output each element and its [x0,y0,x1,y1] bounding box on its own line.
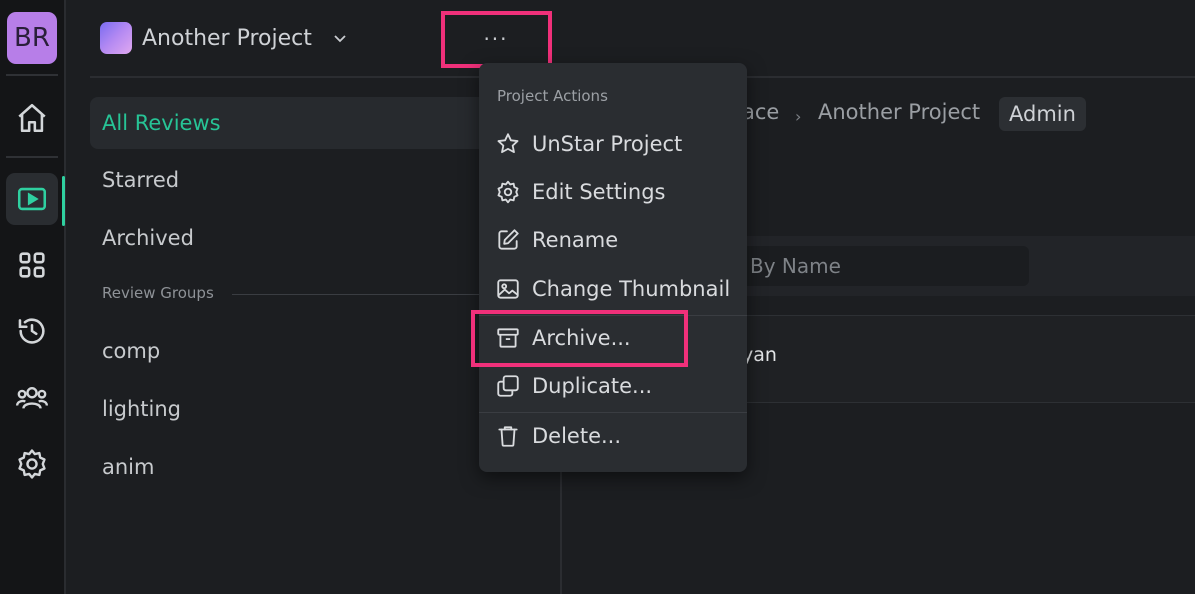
archive-item-highlight [471,310,688,367]
search-placeholder: By Name [750,254,841,278]
menu-divider [479,412,747,413]
history-icon[interactable] [6,305,58,357]
left-rail: BR [0,0,66,594]
workspace-avatar[interactable]: BR [7,12,57,64]
nav-starred[interactable]: Starred [90,154,490,206]
menu-title: Project Actions [497,87,608,105]
nav-all-reviews[interactable]: All Reviews [90,97,490,149]
menu-item-change-thumbnail[interactable]: Change Thumbnail [495,269,730,309]
more-button-highlight [441,11,552,68]
team-icon[interactable] [6,371,58,423]
menu-item-delete[interactable]: Delete... [495,416,621,456]
reviews-play-icon[interactable] [6,173,58,225]
project-name: Another Project [142,25,312,51]
review-groups-heading: Review Groups [102,284,214,302]
role-badge: Admin [999,97,1086,131]
rail-divider [6,156,58,158]
settings-gear-icon[interactable] [6,438,58,490]
active-nav-indicator [62,176,65,226]
breadcrumb-workspace[interactable]: ace [742,100,779,124]
duplicate-icon [497,375,519,397]
menu-item-duplicate[interactable]: Duplicate... [495,366,652,406]
rail-divider [6,74,58,76]
review-group-anim[interactable]: anim [90,441,490,493]
nav-archived[interactable]: Archived [90,212,490,264]
breadcrumb-project[interactable]: Another Project [818,100,980,124]
menu-item-label: Delete... [532,424,622,448]
row-owner-text: yan [742,344,777,366]
project-selector[interactable]: Another Project [100,20,350,56]
menu-item-label: Duplicate... [532,374,653,398]
project-thumbnail [100,22,132,54]
menu-item-label: Change Thumbnail [532,277,731,301]
project-actions-menu: Project Actions UnStar Project Edit Sett… [479,63,747,472]
gear-icon [497,180,519,204]
home-icon[interactable] [6,92,58,144]
chevron-down-icon [334,35,346,43]
review-groups-divider [232,294,490,295]
breadcrumb-separator: › [795,107,802,126]
star-icon [497,133,519,154]
menu-item-edit-settings[interactable]: Edit Settings [495,172,665,212]
menu-item-label: Edit Settings [532,180,666,204]
review-group-lighting[interactable]: lighting [90,383,490,435]
edit-icon [498,229,519,250]
menu-item-label: Rename [532,228,619,252]
review-group-comp[interactable]: comp [90,325,490,377]
trash-icon [498,426,518,447]
menu-item-unstar[interactable]: UnStar Project [495,124,682,164]
apps-grid-icon[interactable] [6,239,58,291]
menu-item-rename[interactable]: Rename [495,220,618,260]
menu-item-label: UnStar Project [532,132,683,156]
image-icon [497,279,519,299]
